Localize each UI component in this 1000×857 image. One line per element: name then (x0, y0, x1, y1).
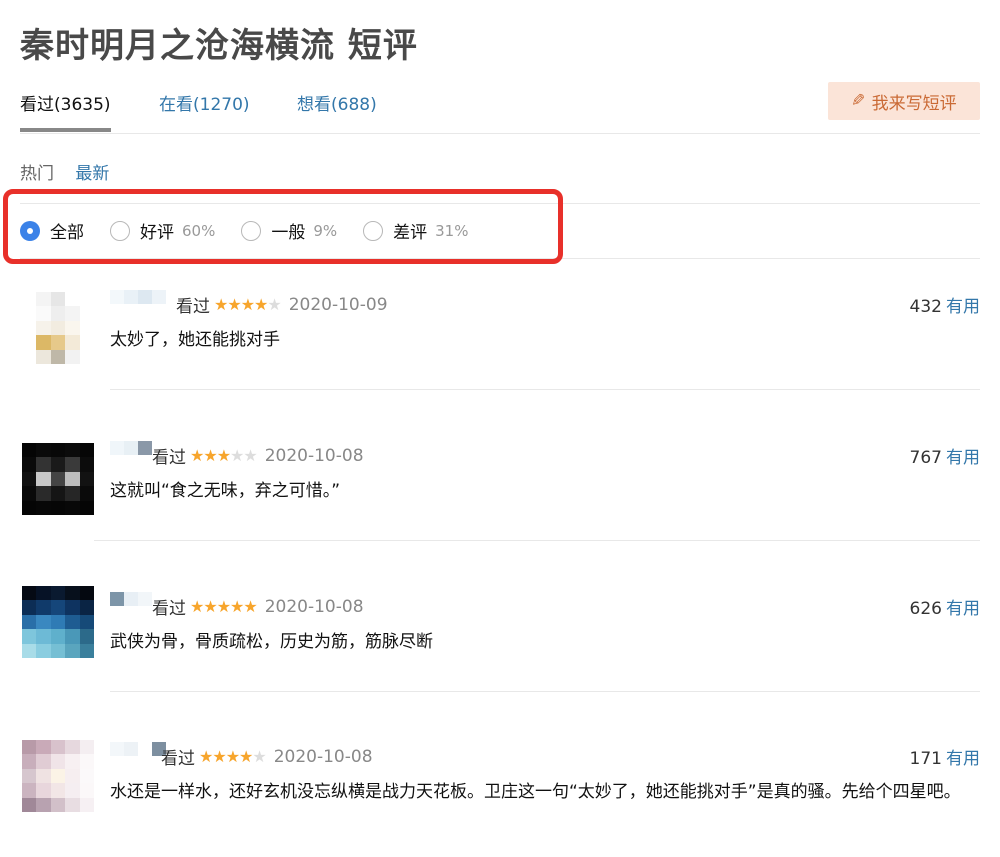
useful-button[interactable]: 有用 (946, 297, 980, 317)
pencil-icon: ✎ (851, 91, 866, 111)
tab-want-to-watch[interactable]: 想看(688) (297, 90, 377, 115)
comment-meta: 看过 ★★★★★ 2020-10-08 (152, 443, 364, 469)
vote-count: 767 有用 (910, 443, 980, 468)
comment-text: 水还是一样水，还好玄机没忘纵横是战力天花板。卫庄这一句“太妙了，她还能挑对手”是… (110, 782, 961, 802)
username-blurred[interactable] (110, 742, 166, 756)
highlight-annotation-box (3, 189, 563, 264)
comment-date: 2020-10-08 (264, 445, 364, 466)
vote-number: 626 (909, 599, 942, 619)
watch-status: 看过 (152, 448, 186, 468)
username-blurred[interactable] (110, 441, 152, 455)
comment-date: 2020-10-08 (264, 596, 364, 617)
useful-button[interactable]: 有用 (946, 749, 980, 769)
vote-number: 432 (909, 297, 942, 317)
comment-text: 武侠为骨，骨质疏松，历史为筋，筋脉尽断 (110, 632, 433, 652)
active-tab-indicator (20, 128, 111, 132)
star-rating-icon: ★★★★★ (190, 597, 258, 616)
page-title: 秦时明月之沧海横流 短评 (20, 26, 418, 66)
user-avatar[interactable] (22, 740, 94, 812)
tab-watched[interactable]: 看过(3635) (20, 90, 111, 115)
comment-text: 太妙了，她还能挑对手 (110, 330, 280, 350)
comment-date: 2020-10-09 (288, 294, 388, 315)
comment-meta: 看过 ★★★★★ 2020-10-09 (176, 292, 388, 318)
watch-status: 看过 (176, 297, 210, 317)
vote-count: 171 有用 (910, 744, 980, 769)
star-rating-icon: ★★★★★ (199, 747, 267, 766)
write-comment-button[interactable]: ✎ 我来写短评 (828, 82, 980, 120)
vote-count: 626 有用 (910, 594, 980, 619)
write-comment-label: 我来写短评 (871, 93, 957, 114)
watch-status: 看过 (152, 599, 186, 619)
username-blurred[interactable] (110, 290, 166, 304)
vote-count: 432 有用 (910, 292, 980, 317)
comment-meta: 看过 ★★★★★ 2020-10-08 (152, 594, 364, 620)
divider (110, 691, 980, 692)
comment-text: 这就叫“食之无味，弃之可惜。” (110, 481, 341, 501)
star-rating-icon: ★★★★★ (190, 446, 258, 465)
status-tabs: 看过(3635) 在看(1270) 想看(688) ✎ 我来写短评 (20, 82, 980, 134)
username-blurred[interactable] (110, 592, 152, 606)
useful-button[interactable]: 有用 (946, 599, 980, 619)
watch-status: 看过 (161, 749, 195, 769)
tab-watching[interactable]: 在看(1270) (159, 90, 250, 115)
star-rating-icon: ★★★★★ (214, 295, 282, 314)
vote-number: 767 (909, 448, 942, 468)
sort-latest[interactable]: 最新 (75, 164, 109, 184)
user-avatar[interactable] (22, 443, 94, 515)
vote-number: 171 (909, 749, 942, 769)
divider (94, 540, 980, 541)
user-avatar[interactable] (22, 586, 94, 658)
sort-options: 热门 最新 (20, 159, 125, 184)
user-avatar[interactable] (22, 292, 94, 364)
useful-button[interactable]: 有用 (946, 448, 980, 468)
comment-meta: 看过 ★★★★★ 2020-10-08 (161, 744, 373, 770)
divider (110, 389, 980, 390)
sort-hot[interactable]: 热门 (20, 164, 54, 184)
comment-date: 2020-10-08 (273, 746, 373, 767)
